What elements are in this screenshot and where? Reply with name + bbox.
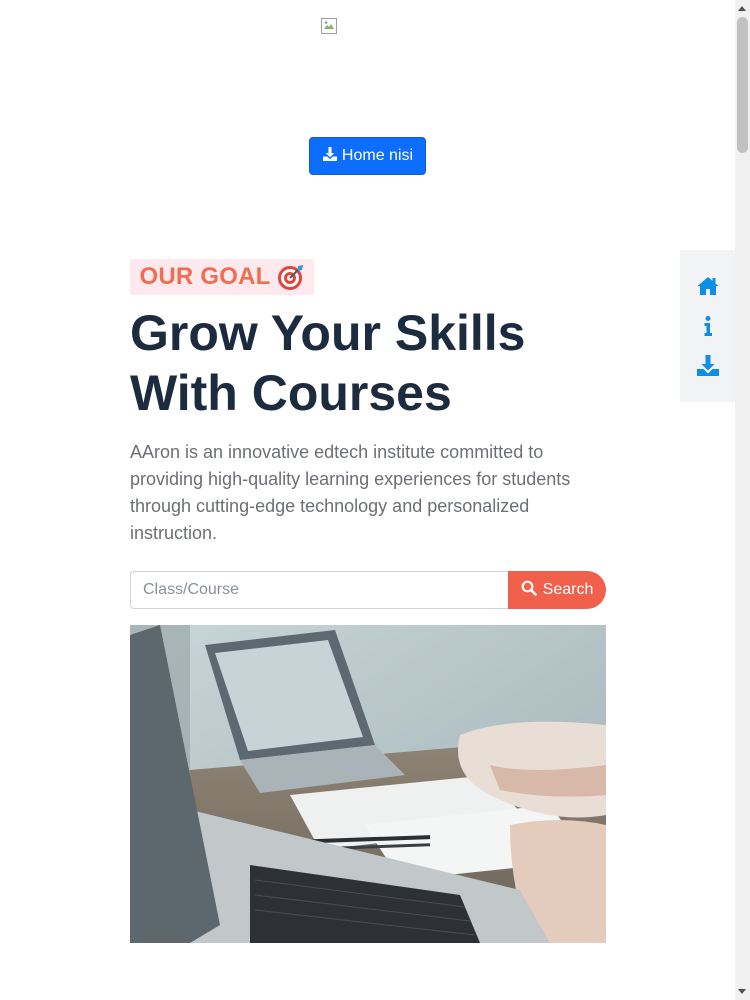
- download-icon[interactable]: [696, 354, 720, 378]
- badge-text: OUR GOAL: [139, 263, 271, 290]
- info-icon[interactable]: [696, 314, 720, 338]
- course-search-input[interactable]: [130, 571, 508, 609]
- search-button-label: Search: [542, 581, 594, 598]
- course-search-form: Search: [130, 571, 606, 609]
- our-goal-badge: OUR GOAL: [130, 259, 314, 295]
- scroll-up-arrow-icon[interactable]: [738, 6, 746, 11]
- broken-image-icon: [321, 18, 337, 34]
- home-icon[interactable]: [696, 274, 720, 298]
- scroll-down-arrow-icon[interactable]: [738, 989, 746, 994]
- hero-image: [130, 625, 606, 943]
- page: Home nisi OUR GOAL Grow Your Skills With…: [0, 0, 735, 1000]
- download-icon: [322, 146, 338, 167]
- scrollbar-thumb[interactable]: [737, 17, 748, 153]
- search-icon: [521, 580, 537, 601]
- download-button-label: Home nisi: [341, 147, 414, 164]
- search-button[interactable]: Search: [508, 571, 606, 609]
- hero-description: AAron is an innovative edtech institute …: [130, 442, 571, 543]
- floating-side-nav: [680, 250, 735, 402]
- hero-headline: Grow Your Skills With Courses: [130, 305, 526, 421]
- vertical-scrollbar[interactable]: [735, 0, 750, 1000]
- target-icon: [276, 263, 304, 291]
- home-download-button[interactable]: Home nisi: [309, 137, 426, 175]
